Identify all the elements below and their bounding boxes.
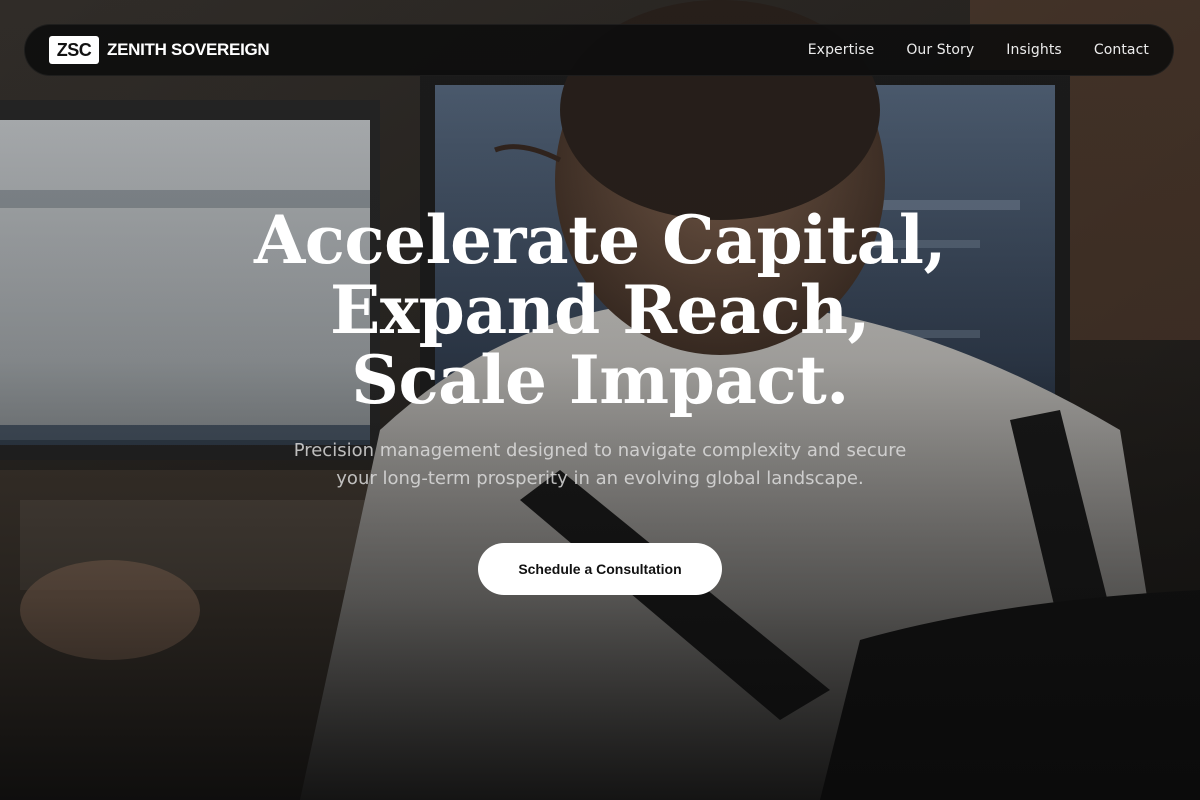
subhead-line: Precision management designed to navigat…	[293, 440, 907, 461]
headline-line: Scale Impact.	[351, 341, 849, 419]
nav-link-insights[interactable]: Insights	[1006, 42, 1062, 58]
subhead-line: your long-term prosperity in an evolving…	[336, 468, 864, 489]
brand-name: ZENITH SOVEREIGN	[107, 40, 270, 59]
nav-link-our-story[interactable]: Our Story	[906, 42, 974, 58]
headline-line: Accelerate Capital,	[254, 201, 946, 279]
headline-line: Expand Reach,	[330, 271, 870, 349]
logo-mark: ZSC	[49, 36, 99, 64]
schedule-consultation-button[interactable]: Schedule a Consultation	[478, 543, 722, 595]
hero-section: ZSC ZENITH SOVEREIGN Expertise Our Story…	[0, 0, 1200, 800]
navbar: ZSC ZENITH SOVEREIGN Expertise Our Story…	[24, 24, 1174, 76]
nav-links: Expertise Our Story Insights Contact	[808, 42, 1149, 58]
hero-headline: Accelerate Capital, Expand Reach, Scale …	[0, 205, 1200, 415]
hero-subheading: Precision management designed to navigat…	[260, 437, 940, 493]
nav-link-contact[interactable]: Contact	[1094, 42, 1149, 58]
brand-logo-link[interactable]: ZSC ZENITH SOVEREIGN	[49, 36, 270, 64]
hero-content: Accelerate Capital, Expand Reach, Scale …	[0, 205, 1200, 595]
nav-link-expertise[interactable]: Expertise	[808, 42, 875, 58]
